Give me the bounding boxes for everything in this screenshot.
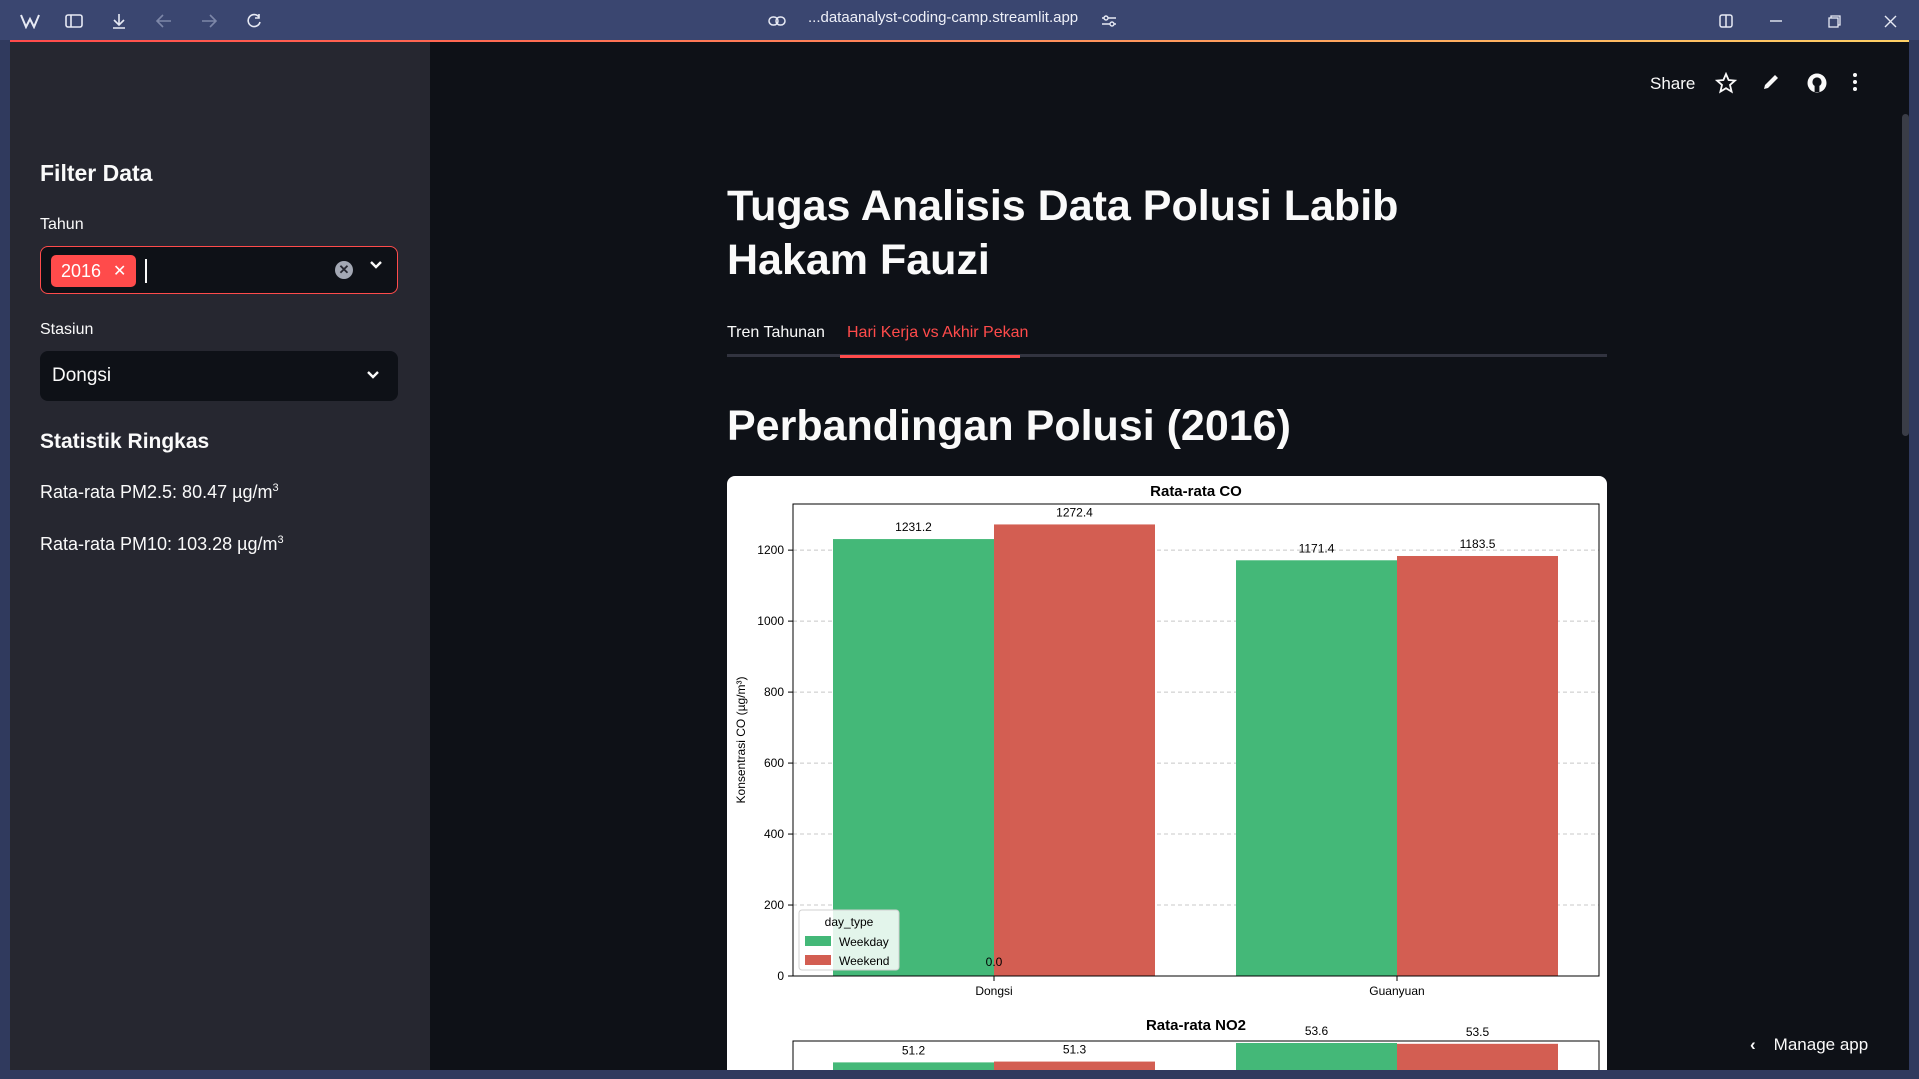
data-label: 53.5 (1466, 1025, 1490, 1039)
bar (994, 1061, 1155, 1070)
data-label: 1272.4 (1056, 505, 1093, 519)
download-icon[interactable] (106, 8, 132, 34)
split-view-icon[interactable] (1713, 8, 1739, 34)
station-select-value: Dongsi (52, 365, 112, 386)
data-label: 53.6 (1305, 1024, 1329, 1038)
y-tick-label: 1200 (757, 543, 784, 557)
chevron-left-icon: ‹ (1750, 1035, 1756, 1054)
data-label: 0.0 (986, 955, 1003, 969)
x-tick-label: Guanyuan (1369, 984, 1424, 998)
bar (994, 524, 1155, 976)
y-tick-label: 400 (764, 827, 784, 841)
minimize-icon[interactable] (1763, 8, 1789, 34)
year-chip-label: 2016 (61, 260, 102, 281)
legend-label: Weekend (839, 954, 889, 968)
star-icon[interactable] (1714, 71, 1738, 100)
bar (1397, 1043, 1558, 1070)
y-tick-label: 800 (764, 685, 784, 699)
pm10-stat: Rata-rata PM10: 103.28 µg/m3 (40, 534, 284, 554)
edit-icon[interactable] (1761, 72, 1781, 98)
year-chip[interactable]: 2016 ✕ (51, 255, 137, 287)
share-button[interactable]: Share (1650, 74, 1695, 94)
tab-hari-kerja[interactable]: Hari Kerja vs Akhir Pekan (847, 324, 1028, 342)
y-tick-label: 0 (777, 969, 784, 983)
bar (1236, 560, 1397, 976)
data-label: 51.3 (1063, 1043, 1087, 1057)
sidebar: Filter Data Tahun 2016 ✕ ✕ Stasiun Dongs… (10, 42, 430, 1070)
chart-figure: Rata-rata CO 0 200 400 600 800 1000 1200 Konsent… (727, 476, 1607, 1070)
chart-title: Rata-rata NO2 (1146, 1017, 1246, 1034)
tab-bar: Tren Tahunan Hari Kerja vs Akhir Pekan (727, 324, 1607, 357)
legend-title: day_type (825, 915, 874, 929)
y-axis-label: Konsentrasi CO (µg/m³) (734, 677, 748, 804)
restore-icon[interactable] (1821, 8, 1847, 34)
bar (1236, 1043, 1397, 1070)
chart-svg: Rata-rata CO 0 200 400 600 800 1000 1200 Konsent… (734, 483, 1600, 1070)
data-label: 51.2 (902, 1043, 926, 1057)
manage-app-button[interactable]: ‹ Manage app (1750, 1035, 1868, 1055)
bar (833, 1062, 994, 1070)
y-tick-label: 600 (764, 756, 784, 770)
stats-title: Statistik Ringkas (40, 430, 210, 453)
year-multiselect[interactable]: 2016 ✕ ✕ (40, 246, 398, 294)
browser-toolbar: ...dataanalyst-coding-camp.streamlit.app (0, 0, 1919, 40)
sidebar-toggle-icon[interactable] (61, 8, 87, 34)
github-icon[interactable] (1806, 72, 1828, 100)
page-title: Tugas Analisis Data Polusi Labib Hakam F… (727, 182, 1399, 284)
data-label: 1183.5 (1460, 537, 1496, 551)
link-icon[interactable] (764, 8, 790, 34)
chart-title: Rata-rata CO (1150, 483, 1242, 500)
active-tab-indicator (840, 355, 1020, 358)
x-tick-label: Dongsi (975, 984, 1012, 998)
forward-icon[interactable] (196, 8, 222, 34)
close-icon[interactable] (1877, 8, 1903, 34)
chevron-down-icon[interactable] (366, 367, 380, 385)
legend-swatch (805, 936, 831, 946)
y-tick-label: 200 (764, 898, 784, 912)
reload-icon[interactable] (241, 8, 267, 34)
station-label: Stasiun (40, 321, 94, 338)
pm25-stat: Rata-rata PM2.5: 80.47 µg/m3 (40, 482, 279, 502)
legend-label: Weekday (839, 935, 889, 949)
bar (1397, 555, 1558, 976)
clear-all-icon[interactable]: ✕ (335, 261, 353, 279)
year-label: Tahun (40, 216, 84, 233)
text-cursor (145, 259, 147, 283)
sidebar-title: Filter Data (40, 160, 153, 186)
streamlit-app: Filter Data Tahun 2016 ✕ ✕ Stasiun Dongs… (10, 42, 1909, 1070)
back-icon[interactable] (151, 8, 177, 34)
tab-tren-tahunan[interactable]: Tren Tahunan (727, 324, 825, 342)
section-title: Perbandingan Polusi (2016) (727, 402, 1291, 450)
y-tick-label: 1000 (757, 614, 784, 628)
data-label: 1231.2 (895, 520, 932, 534)
more-menu-icon[interactable] (1852, 72, 1858, 98)
browser-logo-icon[interactable] (17, 8, 43, 34)
station-select[interactable]: Dongsi (40, 351, 398, 401)
chevron-down-icon[interactable] (369, 257, 383, 275)
scrollbar[interactable] (1902, 114, 1909, 436)
address-bar[interactable]: ...dataanalyst-coding-camp.streamlit.app (808, 9, 1078, 26)
data-label: 1171.4 (1299, 541, 1335, 555)
site-settings-icon[interactable] (1096, 8, 1122, 34)
legend-swatch (805, 955, 831, 965)
chip-remove-icon[interactable]: ✕ (113, 261, 126, 281)
